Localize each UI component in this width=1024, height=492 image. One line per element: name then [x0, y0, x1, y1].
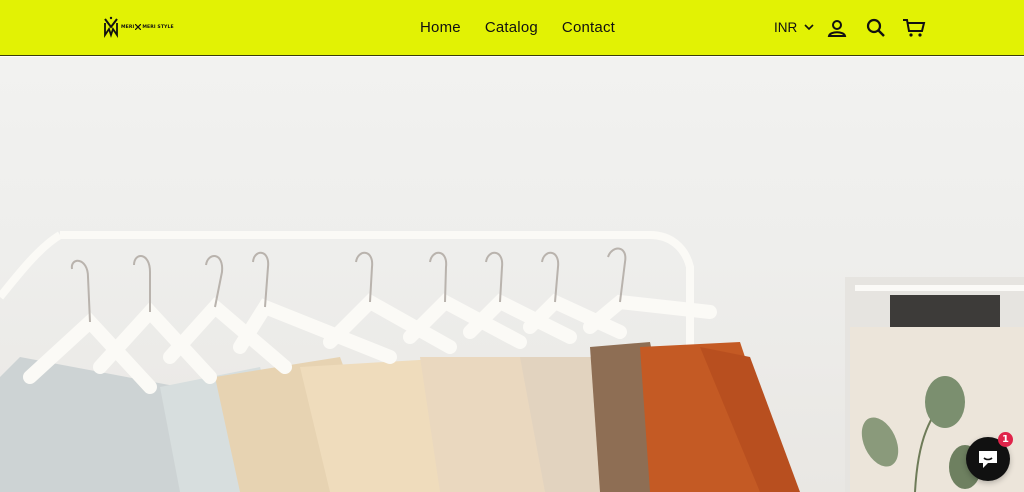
chat-icon [979, 451, 997, 468]
logo-text-right: MERI STYLE [142, 24, 174, 30]
account-icon[interactable] [826, 17, 848, 39]
site-header: MERI MERI STYLE Home Catalog Contact INR [0, 0, 1024, 56]
chat-notification-badge: 1 [998, 432, 1013, 447]
chevron-down-icon [804, 24, 814, 31]
search-icon[interactable] [865, 17, 887, 39]
logo[interactable]: MERI MERI STYLE [103, 14, 179, 40]
logo-mark-icon [104, 16, 118, 38]
main-nav: Home Catalog Contact [420, 19, 639, 36]
nav-catalog[interactable]: Catalog [485, 19, 538, 36]
currency-value: INR [774, 20, 798, 35]
logo-text-left: MERI [121, 24, 135, 30]
logo-text: MERI MERI STYLE [121, 24, 174, 30]
currency-selector[interactable]: INR [774, 20, 814, 35]
logo-cross-icon [135, 24, 142, 30]
nav-home[interactable]: Home [420, 19, 461, 36]
hero-clothes-rack-illustration [0, 231, 1024, 492]
cart-icon[interactable] [902, 17, 926, 39]
hero-banner [0, 57, 1024, 492]
nav-contact[interactable]: Contact [562, 19, 615, 36]
